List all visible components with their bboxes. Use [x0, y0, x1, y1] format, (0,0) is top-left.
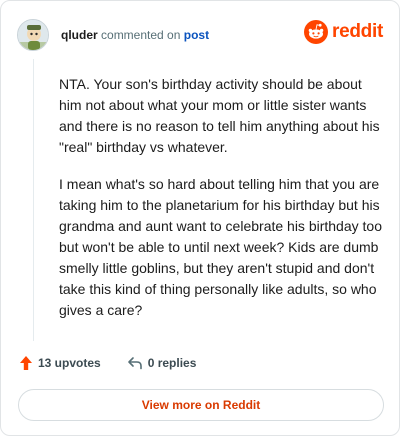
post-link[interactable]: post	[184, 28, 209, 42]
reddit-logo-icon	[304, 20, 329, 44]
reply-arrow-icon	[127, 357, 142, 370]
view-more-button[interactable]: View more on Reddit	[18, 389, 384, 421]
upvote-button[interactable]: 13 upvotes	[19, 355, 101, 371]
comment-paragraph: NTA. Your son's birthday activity should…	[59, 76, 380, 155]
upvote-arrow-icon	[20, 356, 32, 370]
upvote-count: 13 upvotes	[38, 356, 101, 370]
comment-body: NTA. Your son's birthday activity should…	[59, 74, 385, 337]
username-link[interactable]: qluder	[61, 28, 98, 42]
reddit-logo[interactable]: reddit	[304, 20, 383, 44]
comment-card: qluder commented on post reddit NTA. You…	[0, 0, 400, 436]
comment-paragraph: I mean what's so hard about telling him …	[59, 176, 382, 318]
comment-header: qluder commented on post	[17, 19, 209, 51]
action-text: commented on	[101, 28, 181, 42]
comment-meta: qluder commented on post	[61, 27, 209, 43]
reply-count: 0 replies	[147, 356, 197, 370]
reddit-wordmark: reddit	[332, 21, 383, 42]
thread-line[interactable]	[33, 59, 34, 341]
avatar-icon	[18, 20, 48, 50]
comment-footer: 13 upvotes 0 replies	[19, 355, 196, 371]
avatar[interactable]	[17, 19, 49, 51]
reply-button[interactable]: 0 replies	[127, 356, 197, 370]
